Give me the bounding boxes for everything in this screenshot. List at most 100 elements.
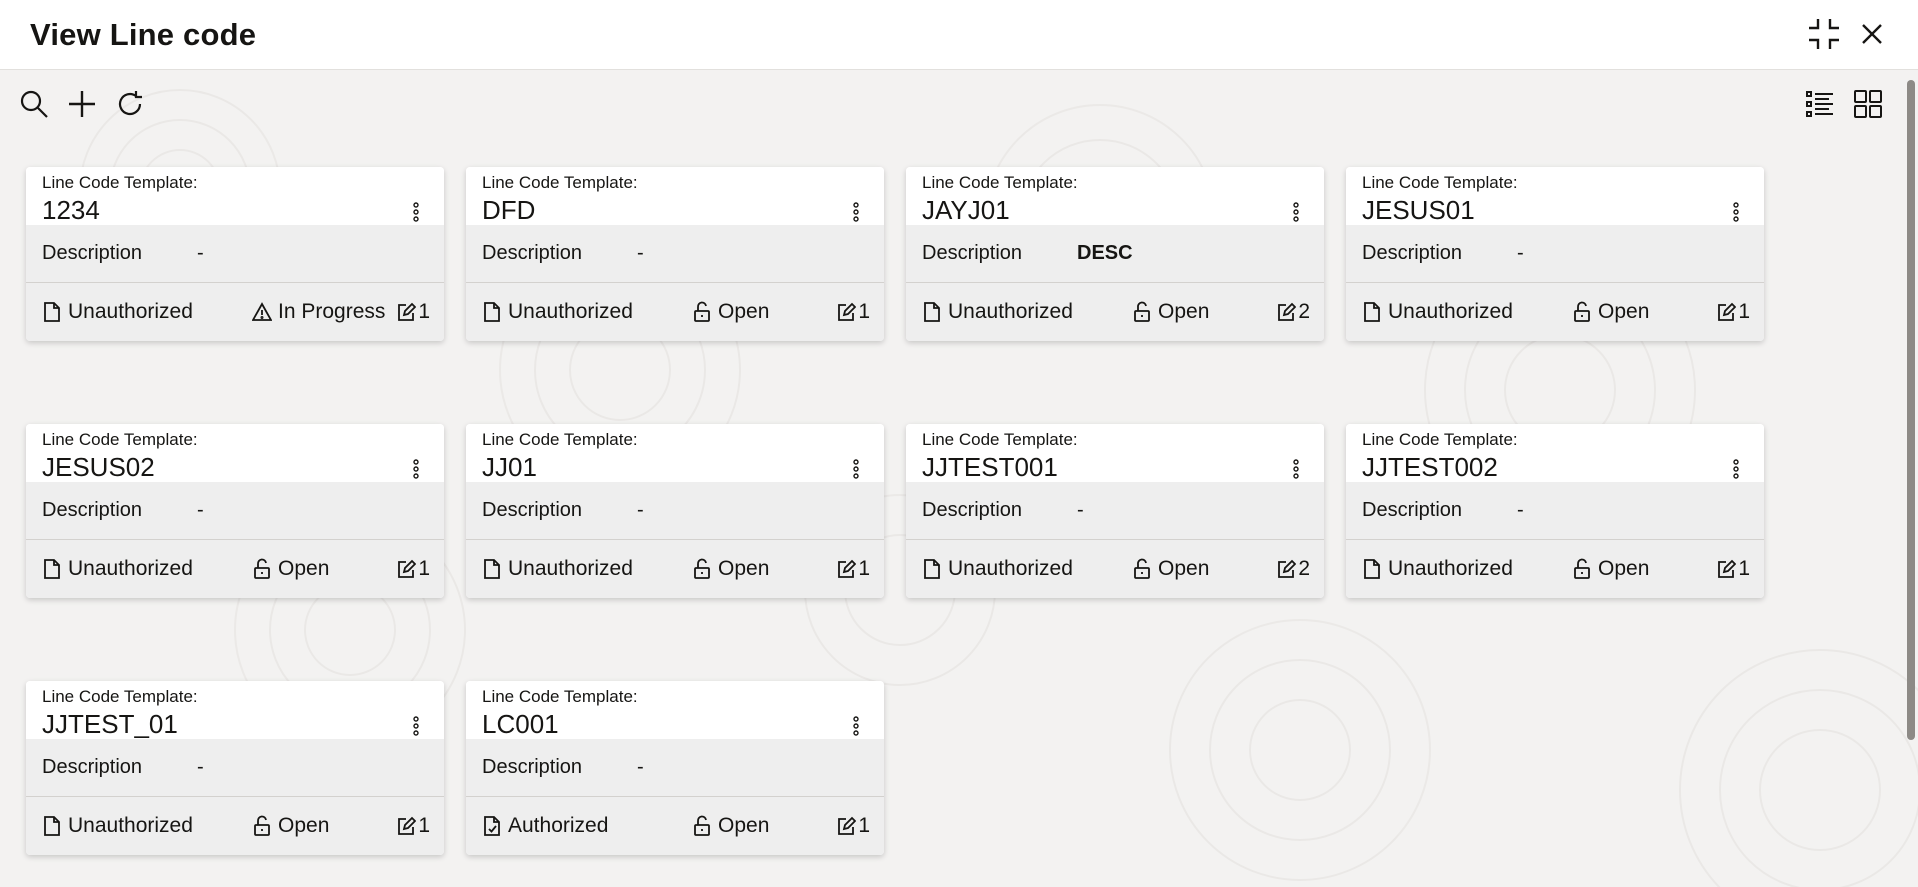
more-actions-icon[interactable] [1292,458,1300,480]
edit-icon [398,816,417,835]
status-row: Authorized Open 1 [466,797,884,855]
process-status-label: Open [1598,300,1650,323]
auth-status-label: Unauthorized [68,557,193,580]
template-label: Line Code Template: [1362,173,1518,192]
close-icon[interactable] [1854,16,1890,52]
template-label: Line Code Template: [482,173,638,192]
more-actions-icon[interactable] [412,715,420,737]
template-code: JJTEST_01 [42,709,178,739]
template-label: Line Code Template: [482,430,638,449]
status-row: Unauthorized In Progress 1 [26,283,444,341]
modification-count: 1 [836,299,870,325]
card-header: Line Code Template: JJTEST_01 [26,681,444,739]
process-status-label: Open [718,300,770,323]
title-bar: View Line code [0,0,1918,70]
unlock-icon [1134,558,1150,579]
more-actions-icon[interactable] [412,201,420,223]
description-value: - [637,242,644,264]
line-code-card[interactable]: Line Code Template: DFD Description - Un… [466,167,884,341]
auth-status-label: Unauthorized [68,814,193,837]
list-view-icon[interactable] [1804,88,1836,120]
unlock-icon [254,815,270,836]
line-code-card[interactable]: Line Code Template: JJ01 Description - U… [466,424,884,598]
line-code-card[interactable]: Line Code Template: JJTEST002 Descriptio… [1346,424,1764,598]
description-value: - [1517,499,1524,521]
process-status: Open [1132,556,1209,582]
scrollbar-track[interactable] [1904,70,1918,887]
auth-status: Unauthorized [42,299,193,325]
modification-count-value: 1 [858,557,870,580]
auth-status-label: Unauthorized [68,300,193,323]
refresh-icon[interactable] [114,88,146,120]
auth-status: Unauthorized [922,556,1073,582]
modification-count-value: 2 [1298,300,1310,323]
modification-count-value: 1 [418,814,430,837]
more-actions-icon[interactable] [852,458,860,480]
more-actions-icon[interactable] [852,201,860,223]
description-value: - [637,756,644,778]
more-actions-icon[interactable] [1292,201,1300,223]
modification-count: 2 [1276,556,1310,582]
description-value: - [1517,242,1524,264]
description-row: Description - [1346,482,1764,540]
auth-status-label: Unauthorized [508,300,633,323]
scrollbar-thumb[interactable] [1907,80,1915,740]
more-actions-icon[interactable] [1732,201,1740,223]
modification-count-value: 1 [1738,557,1750,580]
template-label: Line Code Template: [42,430,198,449]
add-icon[interactable] [66,88,98,120]
process-status-label: In Progress [278,300,386,323]
process-status: In Progress [252,299,385,325]
unlock-icon [254,558,270,579]
template-label: Line Code Template: [42,687,198,706]
line-code-card[interactable]: Line Code Template: JAYJ01 Description D… [906,167,1324,341]
auth-status: Unauthorized [482,299,633,325]
grid-view-icon[interactable] [1852,88,1884,120]
description-label: Description [922,242,1023,264]
description-label: Description [42,499,143,521]
process-status: Open [252,813,329,839]
modification-count-value: 1 [858,814,870,837]
process-status-label: Open [718,557,770,580]
more-actions-icon[interactable] [412,458,420,480]
line-code-card[interactable]: Line Code Template: JESUS02 Description … [26,424,444,598]
line-code-card[interactable]: Line Code Template: JESUS01 Description … [1346,167,1764,341]
edit-icon [1278,559,1297,578]
description-value: - [197,499,204,521]
description-row: Description - [26,739,444,797]
modification-count-value: 1 [1738,300,1750,323]
auth-status: Unauthorized [1362,299,1513,325]
description-label: Description [482,499,583,521]
card-header: Line Code Template: 1234 [26,167,444,225]
template-code: 1234 [42,195,100,225]
description-row: Description - [906,482,1324,540]
process-status: Open [692,556,769,582]
document-icon [44,302,60,322]
modification-count-value: 2 [1298,557,1310,580]
document-icon [1364,559,1380,579]
process-status-label: Open [1598,557,1650,580]
description-label: Description [42,756,143,778]
line-code-card[interactable]: Line Code Template: 1234 Description - U… [26,167,444,341]
more-actions-icon[interactable] [1732,458,1740,480]
more-actions-icon[interactable] [852,715,860,737]
status-row: Unauthorized Open 2 [906,283,1324,341]
document-icon [1364,302,1380,322]
line-code-card[interactable]: Line Code Template: LC001 Description - … [466,681,884,855]
collapse-icon[interactable] [1806,16,1842,52]
template-code: LC001 [482,709,559,739]
document-check-icon [484,816,500,836]
description-label: Description [482,756,583,778]
edit-icon [1718,559,1737,578]
process-status-label: Open [1158,557,1210,580]
process-status: Open [692,299,769,325]
line-code-card[interactable]: Line Code Template: JJTEST001 Descriptio… [906,424,1324,598]
line-code-card[interactable]: Line Code Template: JJTEST_01 Descriptio… [26,681,444,855]
search-icon[interactable] [18,88,50,120]
description-label: Description [482,242,583,264]
auth-status-label: Unauthorized [1388,300,1513,323]
modification-count: 1 [836,556,870,582]
process-status-label: Open [278,814,330,837]
status-row: Unauthorized Open 1 [466,283,884,341]
card-header: Line Code Template: JESUS01 [1346,167,1764,225]
